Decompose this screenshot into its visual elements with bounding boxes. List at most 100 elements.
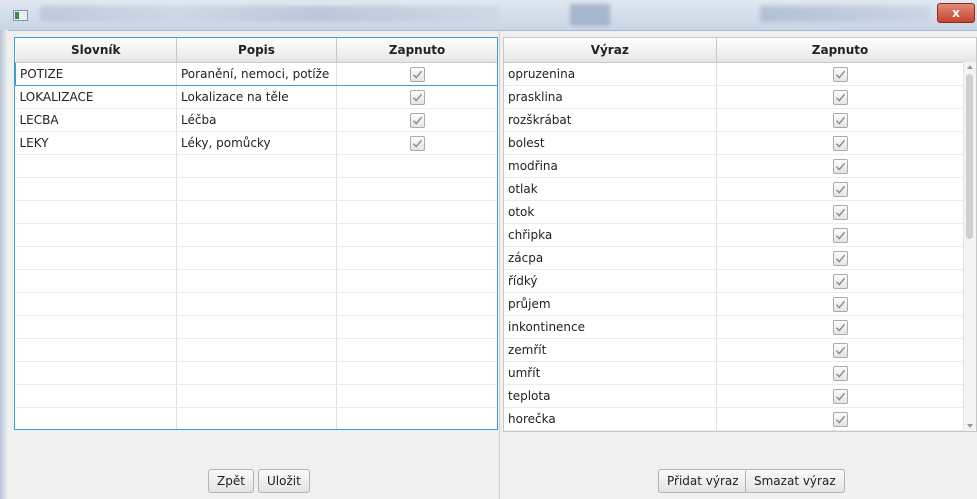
dictionary-name-cell: LEKY [15,131,177,155]
enabled-checkbox[interactable] [832,388,848,404]
table-row[interactable]: bolest [504,131,965,155]
enabled-checkbox[interactable] [832,411,848,427]
table-row[interactable]: otok [504,200,965,224]
enabled-checkbox[interactable] [832,89,848,105]
empty-cell [15,154,177,178]
table-row[interactable] [15,338,497,362]
table-row[interactable] [15,223,497,247]
table-row[interactable]: rozškrábat [504,108,965,132]
back-button[interactable]: Zpět [208,469,254,493]
checkmark-icon [835,277,845,286]
table-row[interactable] [15,407,497,429]
empty-cell [15,246,177,270]
close-icon: x [952,6,960,20]
enabled-checkbox[interactable] [832,204,848,220]
table-row[interactable]: průjem [504,292,965,316]
table-row[interactable] [15,269,497,293]
close-button[interactable]: x [937,3,975,23]
table-row[interactable]: POTIZE Poranění, nemoci, potíže [15,62,497,86]
term-cell: horečka [504,407,717,431]
column-header-zapnuto[interactable]: Zapnuto [716,38,965,63]
enabled-checkbox[interactable] [832,250,848,266]
enabled-checkbox[interactable] [832,296,848,312]
table-row[interactable]: LEKY Léky, pomůcky [15,131,497,155]
enabled-cell [716,407,965,431]
checkmark-icon [835,231,845,240]
enabled-checkbox[interactable] [409,135,425,151]
table-row[interactable]: řídký [504,269,965,293]
dictionary-table: Slovník Popis Zapnuto POTIZE Poranění, ne… [14,37,498,430]
table-row[interactable]: zácpa [504,246,965,270]
enabled-checkbox[interactable] [832,158,848,174]
table-row[interactable]: LECBA Léčba [15,108,497,132]
enabled-cell [716,292,965,316]
column-header-zapnuto[interactable]: Zapnuto [336,38,497,63]
table-row[interactable] [15,384,497,408]
empty-cell [336,338,497,362]
column-header-vyraz[interactable]: Výraz [504,38,717,63]
add-term-button[interactable]: Přidat výraz [658,469,748,493]
enabled-checkbox[interactable] [832,342,848,358]
enabled-checkbox[interactable] [832,365,848,381]
table-row[interactable]: LOKALIZACE Lokalizace na těle [15,85,497,109]
table-row[interactable] [15,154,497,178]
table-row[interactable] [15,200,497,224]
vertical-scrollbar[interactable] [963,62,976,431]
empty-cell [15,292,177,316]
enabled-cell [716,338,965,362]
empty-cell [176,292,337,316]
term-cell: otok [504,200,717,224]
term-cell: prasklina [504,85,717,109]
enabled-checkbox[interactable] [832,135,848,151]
empty-cell [176,246,337,270]
checkmark-icon [835,346,845,355]
table-row[interactable]: umřít [504,361,965,385]
table-row[interactable] [15,177,497,201]
enabled-checkbox[interactable] [409,112,425,128]
enabled-checkbox[interactable] [832,181,848,197]
empty-cell [336,246,497,270]
term-cell: řídký [504,269,717,293]
table-row[interactable]: teplota [504,384,965,408]
table-row[interactable]: chřipka [504,223,965,247]
table-row[interactable]: prasklina [504,85,965,109]
enabled-cell [716,108,965,132]
scroll-down-icon[interactable] [967,424,973,428]
term-cell: inkontinence [504,315,717,339]
enabled-checkbox[interactable] [832,112,848,128]
empty-cell [176,384,337,408]
scrollbar-thumb[interactable] [966,74,973,239]
table-row[interactable]: horečka [504,407,965,431]
empty-cell [15,269,177,293]
table-row[interactable] [15,292,497,316]
empty-cell [15,361,177,385]
enabled-checkbox[interactable] [832,227,848,243]
enabled-checkbox[interactable] [832,273,848,289]
table-row[interactable]: inkontinence [504,315,965,339]
table-row[interactable]: zemřít [504,338,965,362]
table-row[interactable] [15,361,497,385]
enabled-checkbox[interactable] [409,89,425,105]
checkmark-icon [412,93,422,102]
empty-cell [15,200,177,224]
column-header-slovnik[interactable]: Slovník [15,38,177,63]
scroll-up-icon[interactable] [967,65,973,69]
table-row[interactable]: modřina [504,154,965,178]
enabled-cell [716,361,965,385]
empty-cell [176,154,337,178]
delete-term-button[interactable]: Smazat výraz [745,469,845,493]
table-row[interactable] [15,315,497,339]
dictionary-description-cell: Léky, pomůcky [176,131,337,155]
empty-cell [336,177,497,201]
term-cell: zemřít [504,338,717,362]
table-header: Výraz Zapnuto [504,38,965,63]
enabled-checkbox[interactable] [409,66,425,82]
save-button[interactable]: Uložit [258,469,310,493]
term-cell: průjem [504,292,717,316]
enabled-checkbox[interactable] [832,66,848,82]
enabled-checkbox[interactable] [832,319,848,335]
column-header-popis[interactable]: Popis [176,38,337,63]
table-row[interactable]: otlak [504,177,965,201]
table-row[interactable] [15,246,497,270]
table-row[interactable]: opruzenina [504,62,965,86]
